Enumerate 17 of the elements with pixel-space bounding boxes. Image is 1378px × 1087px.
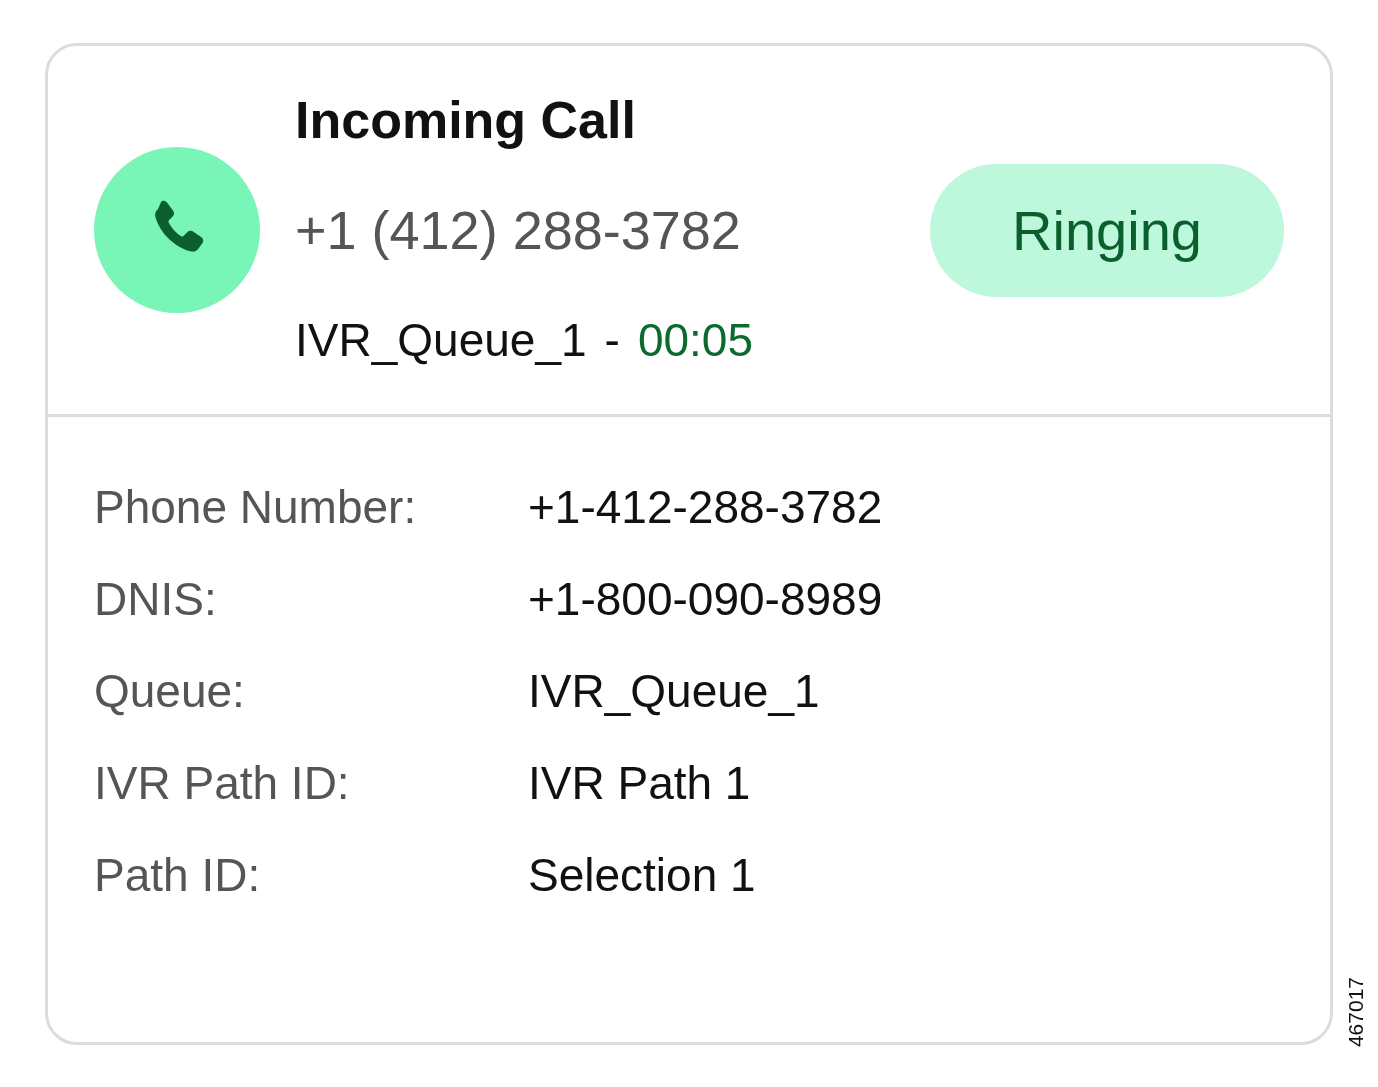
queue-name: IVR_Queue_1 bbox=[295, 314, 587, 366]
call-title: Incoming Call bbox=[295, 90, 637, 151]
detail-label: Queue: bbox=[94, 664, 246, 718]
detail-label: IVR Path ID: bbox=[94, 756, 351, 810]
status-badge: Ringing bbox=[930, 163, 1284, 297]
detail-value: IVR_Queue_1 bbox=[528, 664, 821, 718]
separator: - bbox=[604, 314, 620, 366]
detail-value: +1-412-288-3782 bbox=[528, 480, 884, 534]
detail-label: DNIS: bbox=[94, 572, 218, 626]
detail-value: IVR Path 1 bbox=[528, 756, 752, 810]
detail-label: Path ID: bbox=[94, 848, 262, 902]
call-timer: 00:05 bbox=[637, 314, 753, 366]
detail-value: +1-800-090-8989 bbox=[528, 572, 884, 626]
detail-label: Phone Number: bbox=[94, 480, 418, 534]
detail-value: Selection 1 bbox=[528, 848, 757, 902]
figure-id: 467017 bbox=[1344, 976, 1368, 1047]
caller-number: +1 (412) 288-3782 bbox=[295, 199, 742, 261]
